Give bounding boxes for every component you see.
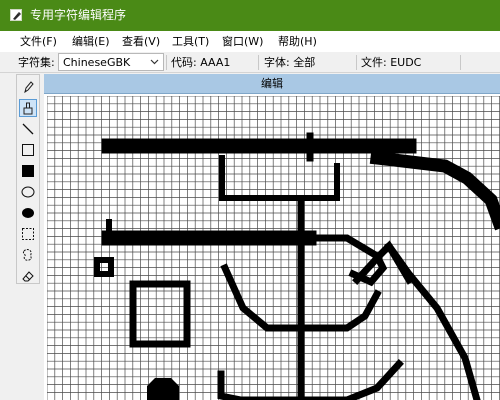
line-tool[interactable] [19, 120, 37, 138]
info-divider [460, 55, 461, 70]
glyph-canvas[interactable] [47, 96, 500, 400]
filled-rectangle-tool[interactable] [19, 162, 37, 180]
freeform-select-tool[interactable] [19, 246, 37, 264]
edit-window-title: 编辑 [261, 77, 283, 90]
menu-edit[interactable]: 编辑(E) [72, 34, 110, 49]
menu-file[interactable]: 文件(F) [20, 34, 57, 49]
window-title: 专用字符编辑程序 [30, 8, 127, 22]
eraser-icon [22, 271, 34, 282]
charset-label: 字符集: [18, 56, 55, 69]
charset-value: ChineseGBK [63, 56, 131, 69]
editor-window: 专用字符编辑程序 文件(F) 编辑(E) 查看(V) 工具(T) 窗口(W) 帮… [0, 0, 500, 400]
line-icon [22, 123, 34, 135]
edit-window: 编辑 [44, 74, 500, 400]
code-readout: 代码: AAA1 [171, 56, 231, 69]
info-divider [166, 55, 167, 70]
menu-view[interactable]: 查看(V) [122, 34, 160, 49]
brush-tool[interactable] [19, 99, 37, 117]
menu-tools[interactable]: 工具(T) [172, 34, 209, 49]
menu-window[interactable]: 窗口(W) [222, 34, 263, 49]
menu-bar: 文件(F) 编辑(E) 查看(V) 工具(T) 窗口(W) 帮助(H) [0, 31, 500, 52]
info-divider [258, 55, 259, 70]
glyph-stroke [147, 378, 179, 400]
hollow-rectangle-tool[interactable] [19, 141, 37, 159]
menu-help[interactable]: 帮助(H) [278, 34, 317, 49]
toolbox [16, 74, 40, 284]
title-bar[interactable]: 专用字符编辑程序 [0, 0, 500, 31]
filled-rectangle-icon [22, 165, 34, 177]
filled-ellipse-tool[interactable] [19, 204, 37, 222]
hollow-ellipse-icon [21, 186, 35, 198]
edit-window-header: 编辑 [44, 74, 500, 94]
freeform-select-icon [22, 249, 32, 261]
glyph-stroke [94, 257, 114, 277]
glyph-stroke [129, 280, 191, 348]
glyph-stroke [217, 359, 404, 400]
rectangular-select-icon [22, 228, 34, 240]
hollow-ellipse-tool[interactable] [19, 183, 37, 201]
eraser-tool[interactable] [19, 267, 37, 285]
rectangular-select-tool[interactable] [19, 225, 37, 243]
brush-icon [23, 102, 33, 115]
charset-select[interactable]: ChineseGBK [58, 53, 164, 71]
file-readout: 文件: EUDC [361, 56, 422, 69]
pencil-icon [24, 81, 34, 94]
filled-ellipse-icon [22, 208, 34, 218]
chevron-down-icon [150, 59, 159, 65]
app-icon [10, 9, 22, 21]
info-bar: 字符集: ChineseGBK 代码: AAA1 字体: 全部 文件: EUDC [0, 52, 500, 73]
font-readout: 字体: 全部 [264, 56, 316, 69]
glyph-grid[interactable] [47, 96, 500, 400]
pencil-tool[interactable] [19, 78, 37, 96]
info-divider [356, 55, 357, 70]
hollow-rectangle-icon [22, 144, 34, 156]
glyph-stroke [369, 150, 500, 231]
